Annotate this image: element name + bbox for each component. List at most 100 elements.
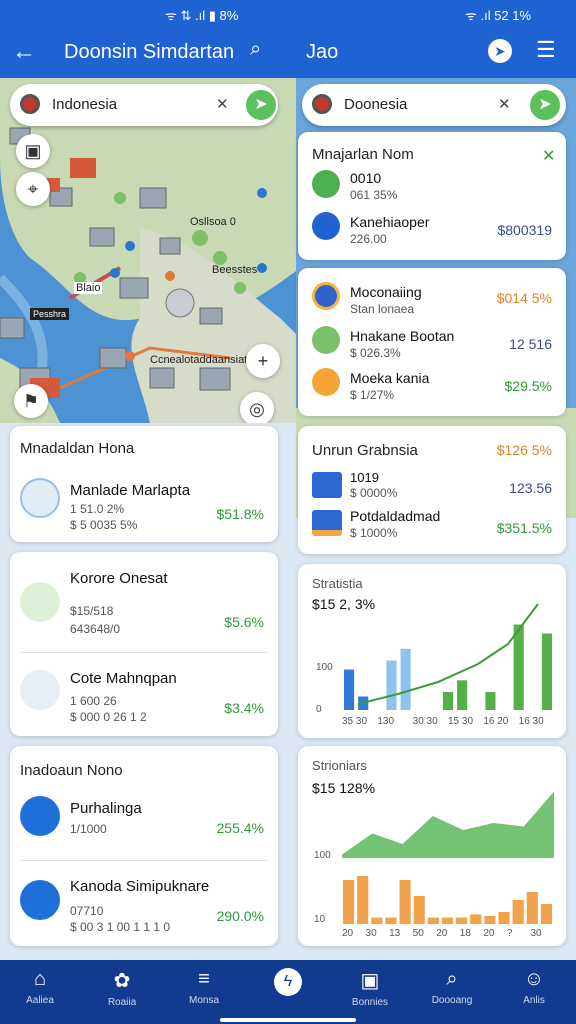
place-icon [312,368,340,396]
y-tick-label: 100 [316,662,333,673]
row-sub: 07710 [70,904,104,918]
app-bar: ← Doonsin Simdartan ⌕ Jao ➤ ☰ [0,28,576,78]
x-tick-label: 18 [460,928,472,939]
chart-bar [541,633,552,710]
search-input[interactable]: Indonesia [52,96,117,113]
clear-icon[interactable]: ✕ [498,95,511,113]
row-name: Potdaldadmad [350,508,441,524]
list-card[interactable]: Inadoaun Nono Purhalinga 1/1000 255.4% K… [10,746,278,946]
row-sub: 643648/0 [70,622,121,636]
building-icon [20,670,60,710]
area-chart-card[interactable]: Strioniars $15 128% 100 10 20 30 13 50 20 18 20?… [298,746,566,946]
y-tick-label: 100 [314,850,331,861]
x-tick-label: 30 [530,928,542,939]
search-icon: ⌕ [446,968,458,990]
bolt-icon[interactable]: ϟ [274,968,302,996]
row-value: 12 516 [509,336,552,352]
row-sub: $ 026.3% [350,346,401,360]
navigation-icon[interactable]: ➤ [488,39,512,63]
row-name: Kanoda Simipuknare [70,878,210,895]
map-left[interactable]: Osllsoa 0 Beesstes Blaio Pesshra Ccnealo… [0,78,300,423]
close-icon[interactable]: ✕ [542,146,555,166]
row-name: Moeka kania [350,370,430,386]
places-card[interactable]: Korore Onesat $15/518 643648/0 $5.6% Cot… [10,552,278,736]
place-icon [312,282,340,310]
chart-bar [357,876,369,924]
row-sub: 1 600 26 [70,694,117,708]
chart-bar [470,914,482,924]
search-bar-right[interactable]: Doonesia ✕ ➤ [302,84,566,126]
map-label: Beesstes [212,264,258,276]
card-title: Mnadaldan Hona [20,440,135,457]
card-title: Unrun Grabnsia [312,442,418,459]
chart-bar [456,917,468,924]
recenter-icon[interactable]: ◎ [240,392,274,423]
map-label: Pesshra [30,308,70,320]
x-tick-label: 16 30 [519,716,544,727]
zoom-in-icon[interactable]: + [246,344,280,378]
row-sub: $ 5 0035 5% [70,518,138,532]
x-tick-label: 13 [389,928,401,939]
nav-label: Anlis [523,995,545,1006]
row-value: 123.56 [509,480,552,496]
location-pin-icon[interactable]: ⌖ [16,172,50,206]
nav-search[interactable]: ⌕ Doooang [412,960,492,1024]
statistics-chart-card[interactable]: Stratistia $15 2, 3% 100 0 35 30 130 30 30 15… [298,564,566,738]
chart-bar [442,692,454,710]
edit-menu-icon[interactable]: ☰ [536,37,556,63]
chart-bar [540,904,552,924]
chart-bar [484,916,496,924]
trend-line [357,603,539,705]
search-bar-left[interactable]: Indonesia ✕ ➤ [10,84,278,126]
nav-box[interactable]: ▣ Bonnies [330,960,410,1024]
user-icon: ☺ [523,968,545,990]
area-fill [342,791,554,858]
flag-icon [312,94,332,114]
status-right: ᯤ .ıl 52 1% [465,8,532,23]
layers-icon[interactable]: ▣ [16,134,50,168]
search-input[interactable]: Doonesia [344,96,407,113]
row-value: $351.5% [496,520,552,536]
tower-icon [20,582,60,622]
bar-chart-1: 100 0 35 30 130 30 30 15 30 16 20 16 30 [316,603,552,727]
row-value: $29.5% [504,378,552,394]
place-icon [312,326,340,354]
nav-label: Monsa [188,995,219,1006]
breakdown-card[interactable]: Unrun Grabnsia $126 5% 1019 $ 0000% 123.… [298,426,566,554]
back-arrow-icon[interactable]: ← [12,38,36,66]
x-tick-label: 16 20 [483,716,508,727]
row-name: Kanehiaoper [350,214,430,230]
row-name: Manlade Marlapta [70,482,191,499]
nav-gift[interactable]: ✿ Roaiia [82,960,162,1024]
row-name: Cote Mahnqpan [70,670,177,687]
card-title: Inadoaun Nono [20,762,123,779]
row-sub: $ 000 0 26 1 2 [70,710,147,724]
chart-bar [513,624,524,710]
y-tick-label: 10 [314,914,326,925]
x-tick-label: 30 [366,928,378,939]
bookmark-icon[interactable]: ⚑ [14,384,48,418]
row-name: Korore Onesat [70,570,168,587]
x-tick-label: 15 30 [448,716,473,727]
search-icon[interactable]: ⌕ [250,38,261,61]
chart-bar [385,917,397,924]
row-sub: $ 00 3 1 00 1 1 1 0 [70,920,171,934]
nav-home[interactable]: ⌂ Aaliea [0,960,80,1024]
go-icon[interactable]: ➤ [530,90,560,120]
row-value: $014 5% [496,290,552,306]
row-sub: $15/518 [70,604,114,618]
nav-profile[interactable]: ☺ Anlis [494,960,574,1024]
x-tick-label: 35 30 [342,716,367,727]
nav-list[interactable]: ≡ Monsa [164,960,244,1024]
building-icon [20,478,60,518]
flag-icon [20,94,40,114]
clear-icon[interactable]: ✕ [216,95,229,113]
info-popup: Mnajarlan Nom ✕ 0010 061 35% Kanehiaoper… [298,132,566,260]
row-name: 1019 [350,470,379,485]
places-popup: Moconaiing Stan lonaea $014 5% Hnakane B… [298,268,566,416]
summary-card[interactable]: Mnadaldan Hona Manlade Marlapta 1 51.0 2… [10,426,278,542]
go-icon[interactable]: ➤ [246,90,276,120]
nav-label: Bonnies [351,997,389,1008]
row-sub: 1/1000 [70,822,107,836]
map-label: Blaio [74,282,103,294]
